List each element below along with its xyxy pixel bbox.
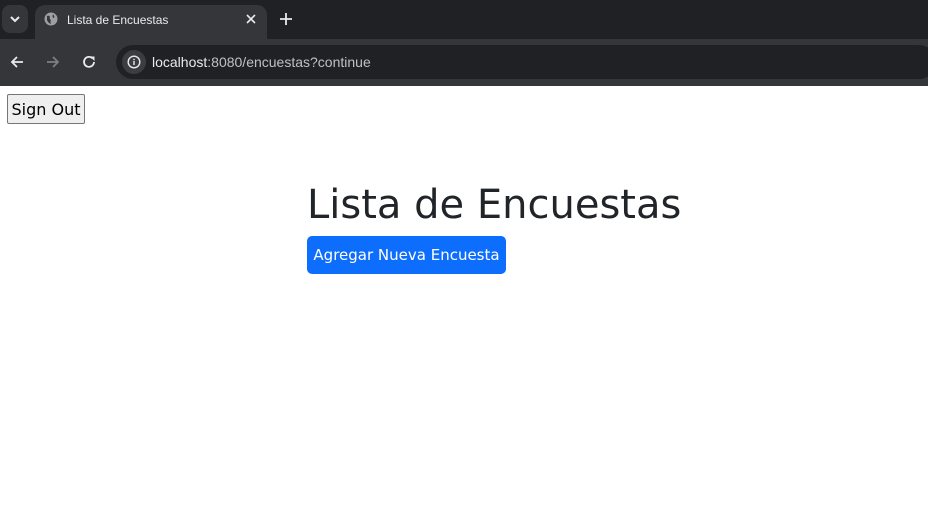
url-host: localhost [152, 54, 208, 70]
close-icon[interactable] [245, 13, 257, 25]
page-title: Lista de Encuestas [307, 182, 682, 228]
active-tab[interactable]: Lista de Encuestas [35, 5, 267, 39]
tab-search-icon [10, 16, 20, 23]
url-path: :8080/encuestas?continue [207, 54, 371, 70]
back-arrow-icon[interactable] [8, 53, 26, 71]
info-icon [127, 55, 141, 69]
browser-toolbar: localhost:8080/encuestas?continue [0, 39, 928, 86]
reload-icon[interactable] [80, 53, 98, 71]
forward-arrow-icon[interactable] [44, 53, 62, 71]
tab-title: Lista de Encuestas [67, 13, 169, 27]
url-text: localhost:8080/encuestas?continue [152, 54, 371, 70]
tab-search-button[interactable] [2, 5, 28, 33]
plus-icon[interactable] [278, 11, 294, 27]
add-survey-button[interactable]: Agregar Nueva Encuesta [307, 236, 506, 274]
address-bar[interactable]: localhost:8080/encuestas?continue [116, 45, 928, 79]
sign-out-button[interactable]: Sign Out [7, 94, 85, 124]
globe-icon [44, 12, 58, 26]
tab-strip: Lista de Encuestas [0, 0, 928, 39]
site-info-button[interactable] [122, 50, 146, 74]
